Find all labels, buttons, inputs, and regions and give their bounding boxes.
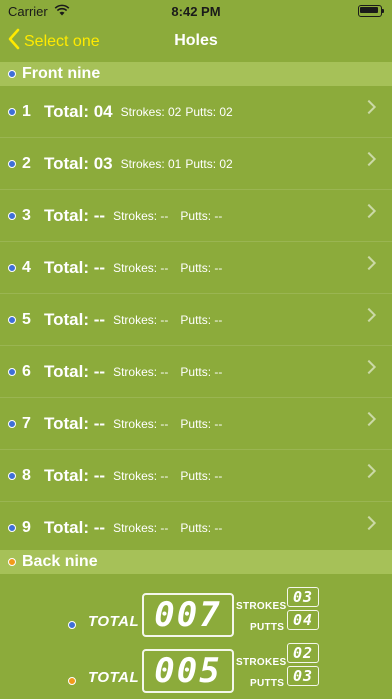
hole-total: Total: --	[44, 361, 106, 381]
front-strokes-display: 03	[287, 587, 319, 607]
hole-strokes: Strokes: --	[113, 416, 169, 431]
hole-strokes: Strokes: --	[113, 468, 169, 483]
hole-total: Total: --	[44, 257, 106, 277]
hole-number: 4	[22, 258, 31, 276]
hole-putts: Putts: --	[180, 208, 223, 223]
hole-row-7[interactable]: 7 Total: -- Strokes: -- Putts: --	[0, 398, 392, 450]
hole-row-4[interactable]: 4 Total: -- Strokes: -- Putts: --	[0, 242, 392, 294]
hole-putts: Putts: --	[180, 520, 223, 535]
section-title-front: Front nine	[22, 65, 101, 82]
hole-total: Total: --	[44, 413, 106, 433]
chevron-right-icon	[361, 203, 377, 219]
hole-number: 1	[22, 102, 31, 120]
hole-putts: Putts: --	[180, 312, 223, 327]
hole-dot-icon	[8, 107, 16, 116]
hole-strokes: Strokes: 02	[120, 104, 182, 119]
hole-dot-icon	[8, 419, 16, 428]
back-strokes-display: 02	[287, 643, 319, 663]
section-header-back-nine: Back nine	[0, 550, 392, 574]
hole-row-8[interactable]: 8 Total: -- Strokes: -- Putts: --	[0, 450, 392, 502]
hole-dot-icon	[8, 523, 16, 532]
hole-strokes: Strokes: --	[113, 260, 169, 275]
hole-dot-icon	[8, 211, 16, 220]
hole-row-2[interactable]: 2 Total: 03 Strokes: 01 Putts: 02	[0, 138, 392, 190]
summary-row-front: TOTAL 007 STROKES 03 PUTTS 04	[0, 587, 392, 643]
hole-total: Total: --	[44, 309, 106, 329]
status-time: 8:42 PM	[171, 4, 221, 19]
summary-row-back: TOTAL 005 STROKES 02 PUTTS 03	[0, 643, 392, 699]
hole-total: Total: --	[44, 205, 106, 225]
hole-strokes: Strokes: --	[113, 364, 169, 379]
hole-total: Total: 03	[44, 153, 113, 173]
hole-number: 3	[22, 206, 31, 224]
hole-number: 6	[22, 362, 31, 380]
battery-icon	[358, 5, 384, 17]
hole-putts: Putts: --	[180, 468, 223, 483]
hole-putts: Putts: --	[180, 364, 223, 379]
hole-number: 7	[22, 414, 31, 432]
chevron-right-icon	[361, 515, 377, 531]
hole-putts: Putts: 02	[185, 104, 233, 119]
putts-label: PUTTS	[250, 622, 285, 633]
chevron-right-icon	[361, 359, 377, 375]
status-bar: Carrier 8:42 PM	[0, 0, 392, 22]
hole-number: 2	[22, 154, 31, 172]
front-summary-dot-icon	[68, 621, 76, 629]
hole-dot-icon	[8, 367, 16, 376]
hole-putts: Putts: 02	[185, 156, 233, 171]
chevron-right-icon	[361, 307, 377, 323]
hole-number: 5	[22, 310, 31, 328]
putts-label: PUTTS	[250, 678, 285, 689]
chevron-right-icon	[361, 99, 377, 115]
page-title: Holes	[174, 32, 218, 49]
chevron-right-icon	[361, 411, 377, 427]
hole-dot-icon	[8, 263, 16, 272]
section-header-front-nine: Front nine	[0, 62, 392, 86]
front-nine-dot-icon	[8, 70, 16, 78]
back-summary-dot-icon	[68, 677, 76, 685]
section-title-back: Back nine	[22, 553, 98, 570]
hole-strokes: Strokes: --	[113, 208, 169, 223]
hole-list: 1 Total: 04 Strokes: 02 Putts: 02 2 Tota…	[0, 86, 392, 553]
hole-row-9[interactable]: 9 Total: -- Strokes: -- Putts: --	[0, 502, 392, 553]
hole-total: Total: --	[44, 465, 106, 485]
hole-row-1[interactable]: 1 Total: 04 Strokes: 02 Putts: 02	[0, 86, 392, 138]
summary-total-label: TOTAL	[88, 669, 140, 686]
back-nine-dot-icon	[8, 558, 16, 566]
hole-total: Total: --	[44, 517, 106, 537]
hole-strokes: Strokes: --	[113, 520, 169, 535]
summary-total-label: TOTAL	[88, 613, 140, 630]
hole-row-3[interactable]: 3 Total: -- Strokes: -- Putts: --	[0, 190, 392, 242]
hole-putts: Putts: --	[180, 416, 223, 431]
hole-number: 9	[22, 518, 31, 536]
hole-row-6[interactable]: 6 Total: -- Strokes: -- Putts: --	[0, 346, 392, 398]
hole-dot-icon	[8, 159, 16, 168]
chevron-right-icon	[361, 151, 377, 167]
hole-strokes: Strokes: 01	[120, 156, 182, 171]
hole-putts: Putts: --	[180, 260, 223, 275]
front-total-display: 007	[142, 593, 234, 637]
hole-dot-icon	[8, 315, 16, 324]
strokes-label: STROKES	[236, 657, 287, 668]
chevron-right-icon	[361, 463, 377, 479]
nav-bar: Select one Holes	[0, 22, 392, 62]
hole-row-5[interactable]: 5 Total: -- Strokes: -- Putts: --	[0, 294, 392, 346]
hole-strokes: Strokes: --	[113, 312, 169, 327]
strokes-label: STROKES	[236, 601, 287, 612]
hole-total: Total: 04	[44, 101, 113, 121]
chevron-right-icon	[361, 255, 377, 271]
hole-number: 8	[22, 466, 31, 484]
score-summary: TOTAL 007 STROKES 03 PUTTS 04 TOTAL 005 …	[0, 575, 392, 696]
back-putts-display: 03	[287, 666, 319, 686]
back-total-display: 005	[142, 649, 234, 693]
hole-dot-icon	[8, 471, 16, 480]
front-putts-display: 04	[287, 610, 319, 630]
